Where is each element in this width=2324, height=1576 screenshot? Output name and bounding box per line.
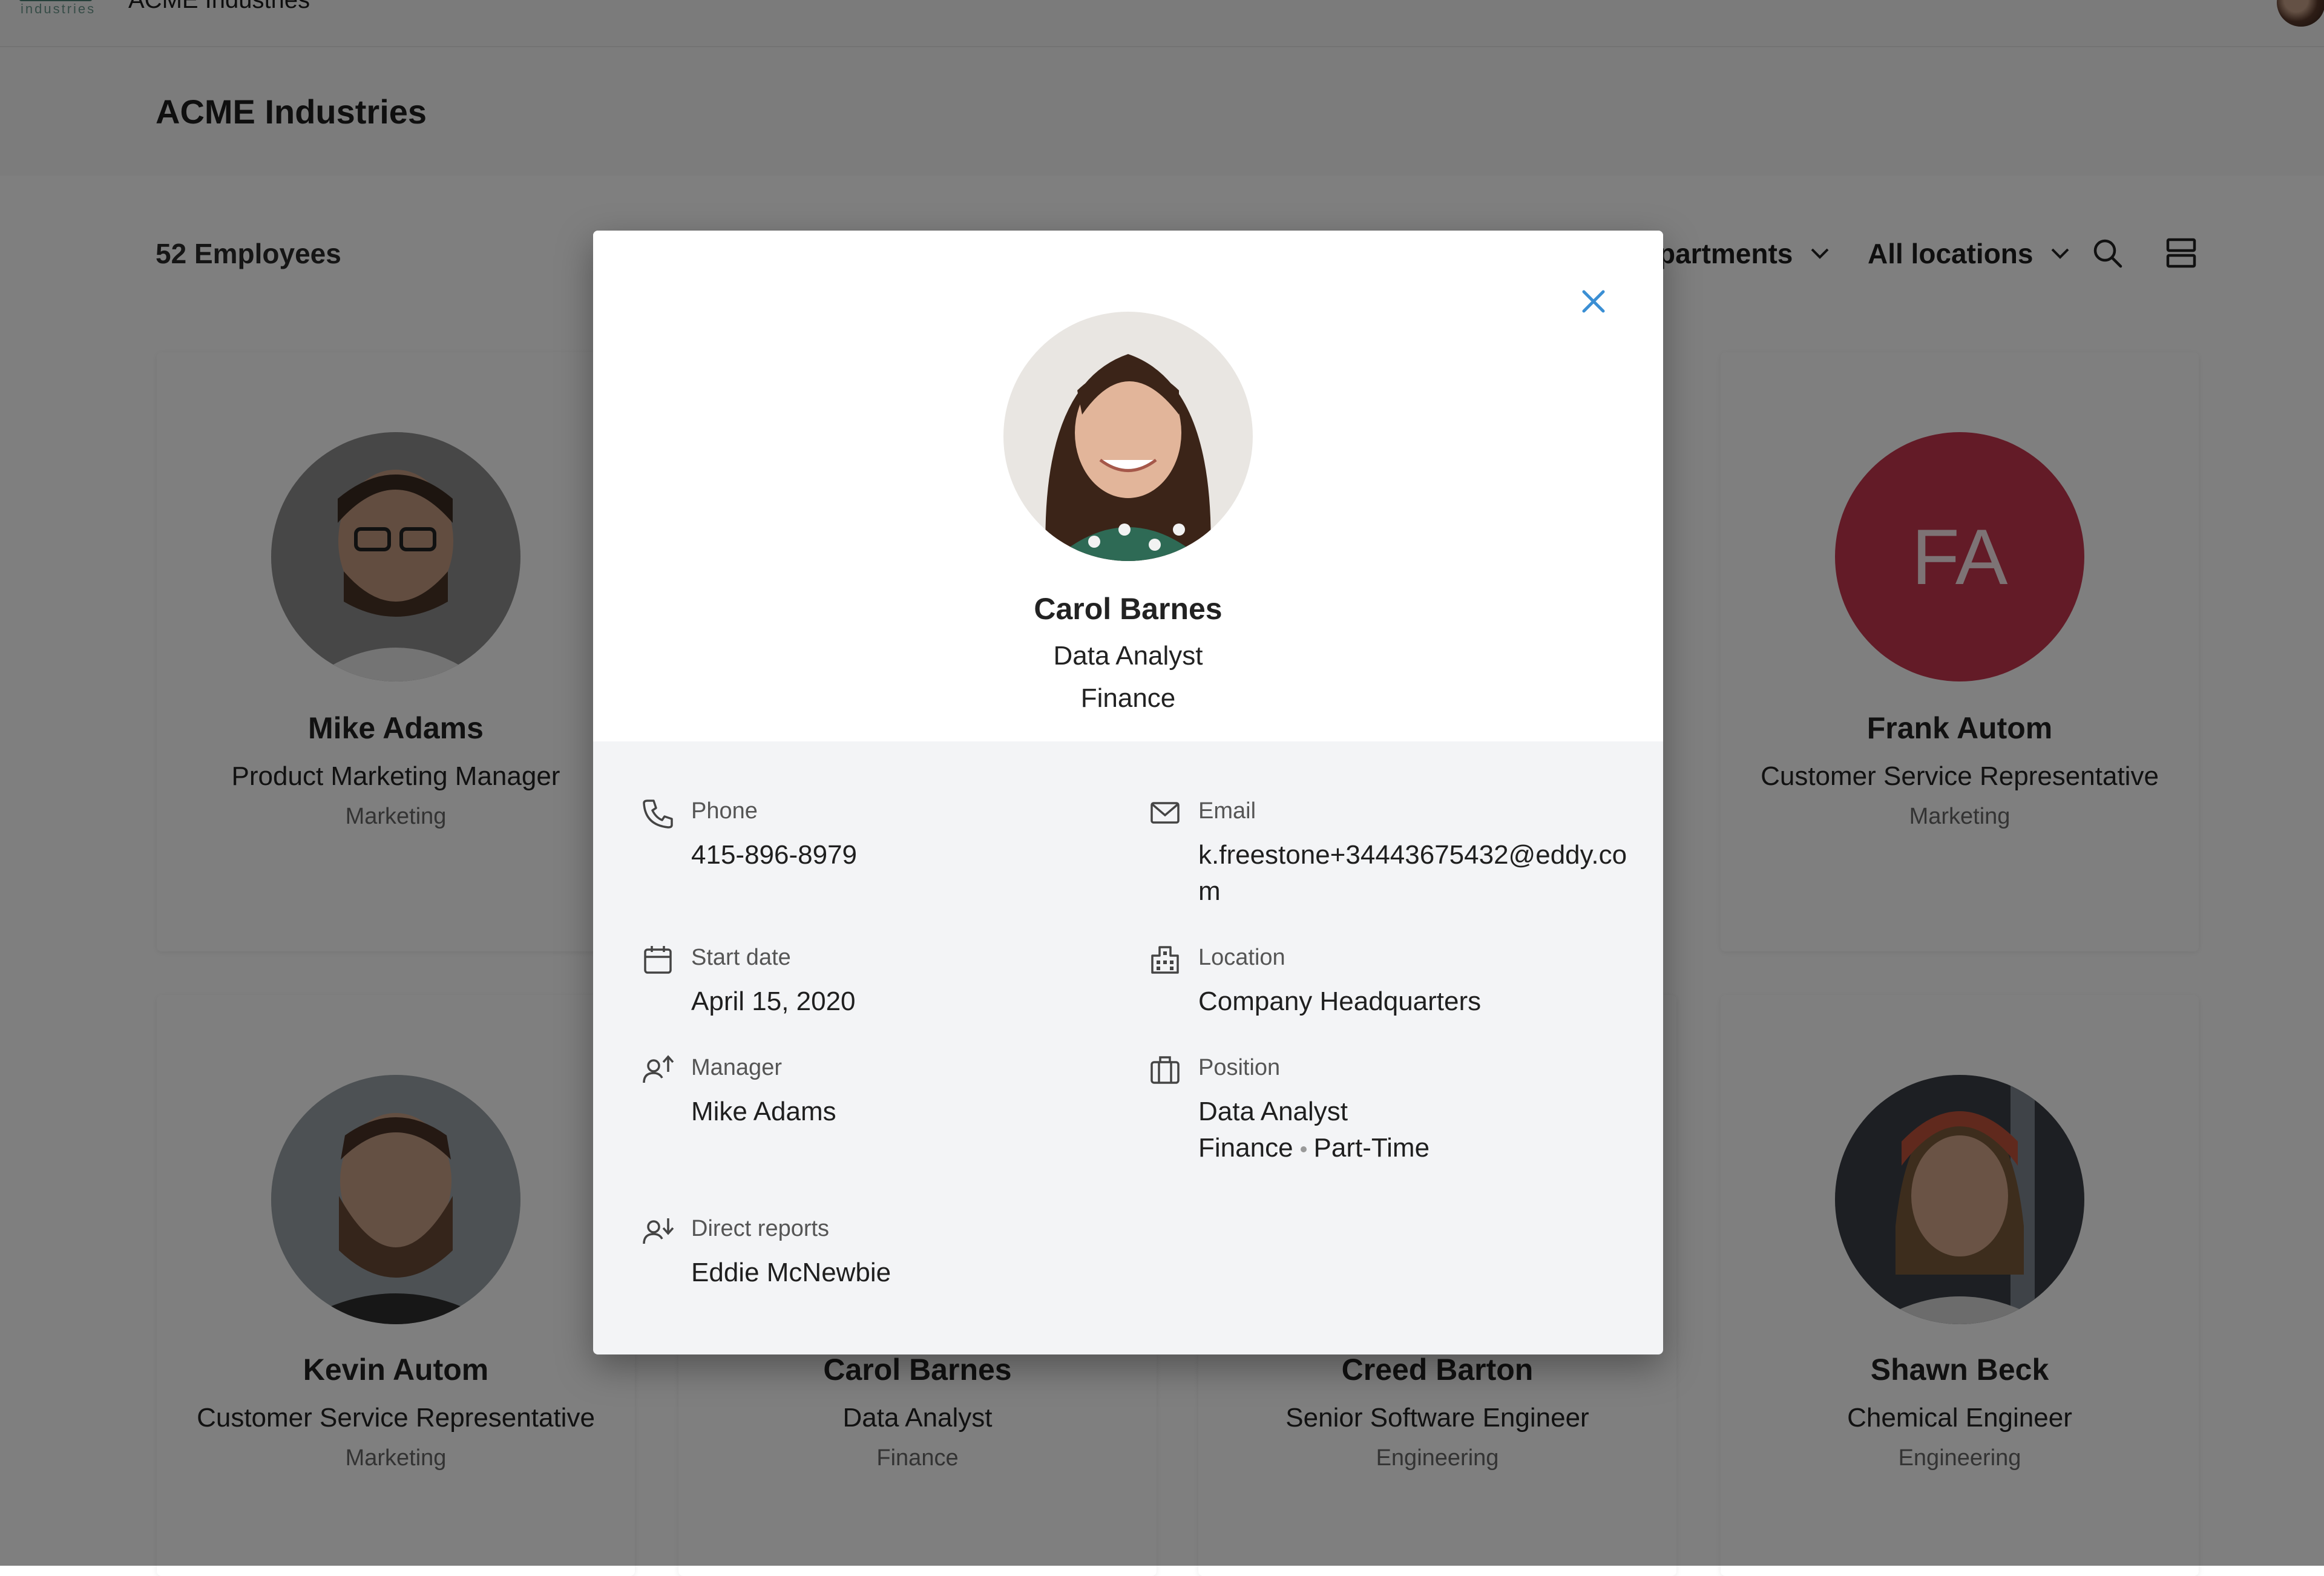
email-line-1: k.freestone+34443675432@eddy.co (1198, 840, 1627, 870)
profile-department: Finance (1080, 683, 1176, 713)
phone-label: Phone (691, 798, 758, 824)
phone-value[interactable]: 415-896-8979 (691, 837, 857, 873)
direct-reports-value[interactable]: Eddie McNewbie (691, 1255, 891, 1291)
employee-detail-modal: Carol Barnes Data Analyst Finance Phone … (593, 231, 1663, 1354)
position-value: Data Analyst Finance Part-Time (1198, 1094, 1430, 1166)
phone-icon (643, 799, 673, 829)
email-icon (1151, 802, 1180, 824)
manager-label: Manager (691, 1055, 782, 1080)
building-icon (1151, 946, 1179, 974)
briefcase-icon (1151, 1056, 1180, 1084)
close-button[interactable] (1572, 280, 1615, 323)
close-icon (1582, 290, 1605, 313)
position-department: Finance (1198, 1133, 1293, 1163)
direct-reports-label: Direct reports (691, 1216, 830, 1241)
start-date-label: Start date (691, 945, 791, 970)
manager-icon (643, 1055, 674, 1083)
profile-title: Data Analyst (1053, 641, 1203, 671)
email-line-2: m (1198, 876, 1221, 906)
email-value[interactable]: k.freestone+34443675432@eddy.co m (1198, 837, 1627, 910)
calendar-icon (644, 946, 672, 974)
location-label: Location (1198, 945, 1285, 970)
separator-dot (1300, 1146, 1307, 1153)
profile-name: Carol Barnes (1034, 592, 1223, 626)
start-date-value: April 15, 2020 (691, 987, 856, 1016)
position-type: Part-Time (1313, 1133, 1430, 1163)
direct-reports-icon (643, 1218, 674, 1244)
profile-photo (1003, 312, 1253, 561)
location-value: Company Headquarters (1198, 987, 1482, 1016)
manager-value[interactable]: Mike Adams (691, 1094, 836, 1130)
position-title: Data Analyst (1198, 1097, 1348, 1126)
position-label: Position (1198, 1055, 1281, 1080)
email-label: Email (1198, 798, 1256, 824)
